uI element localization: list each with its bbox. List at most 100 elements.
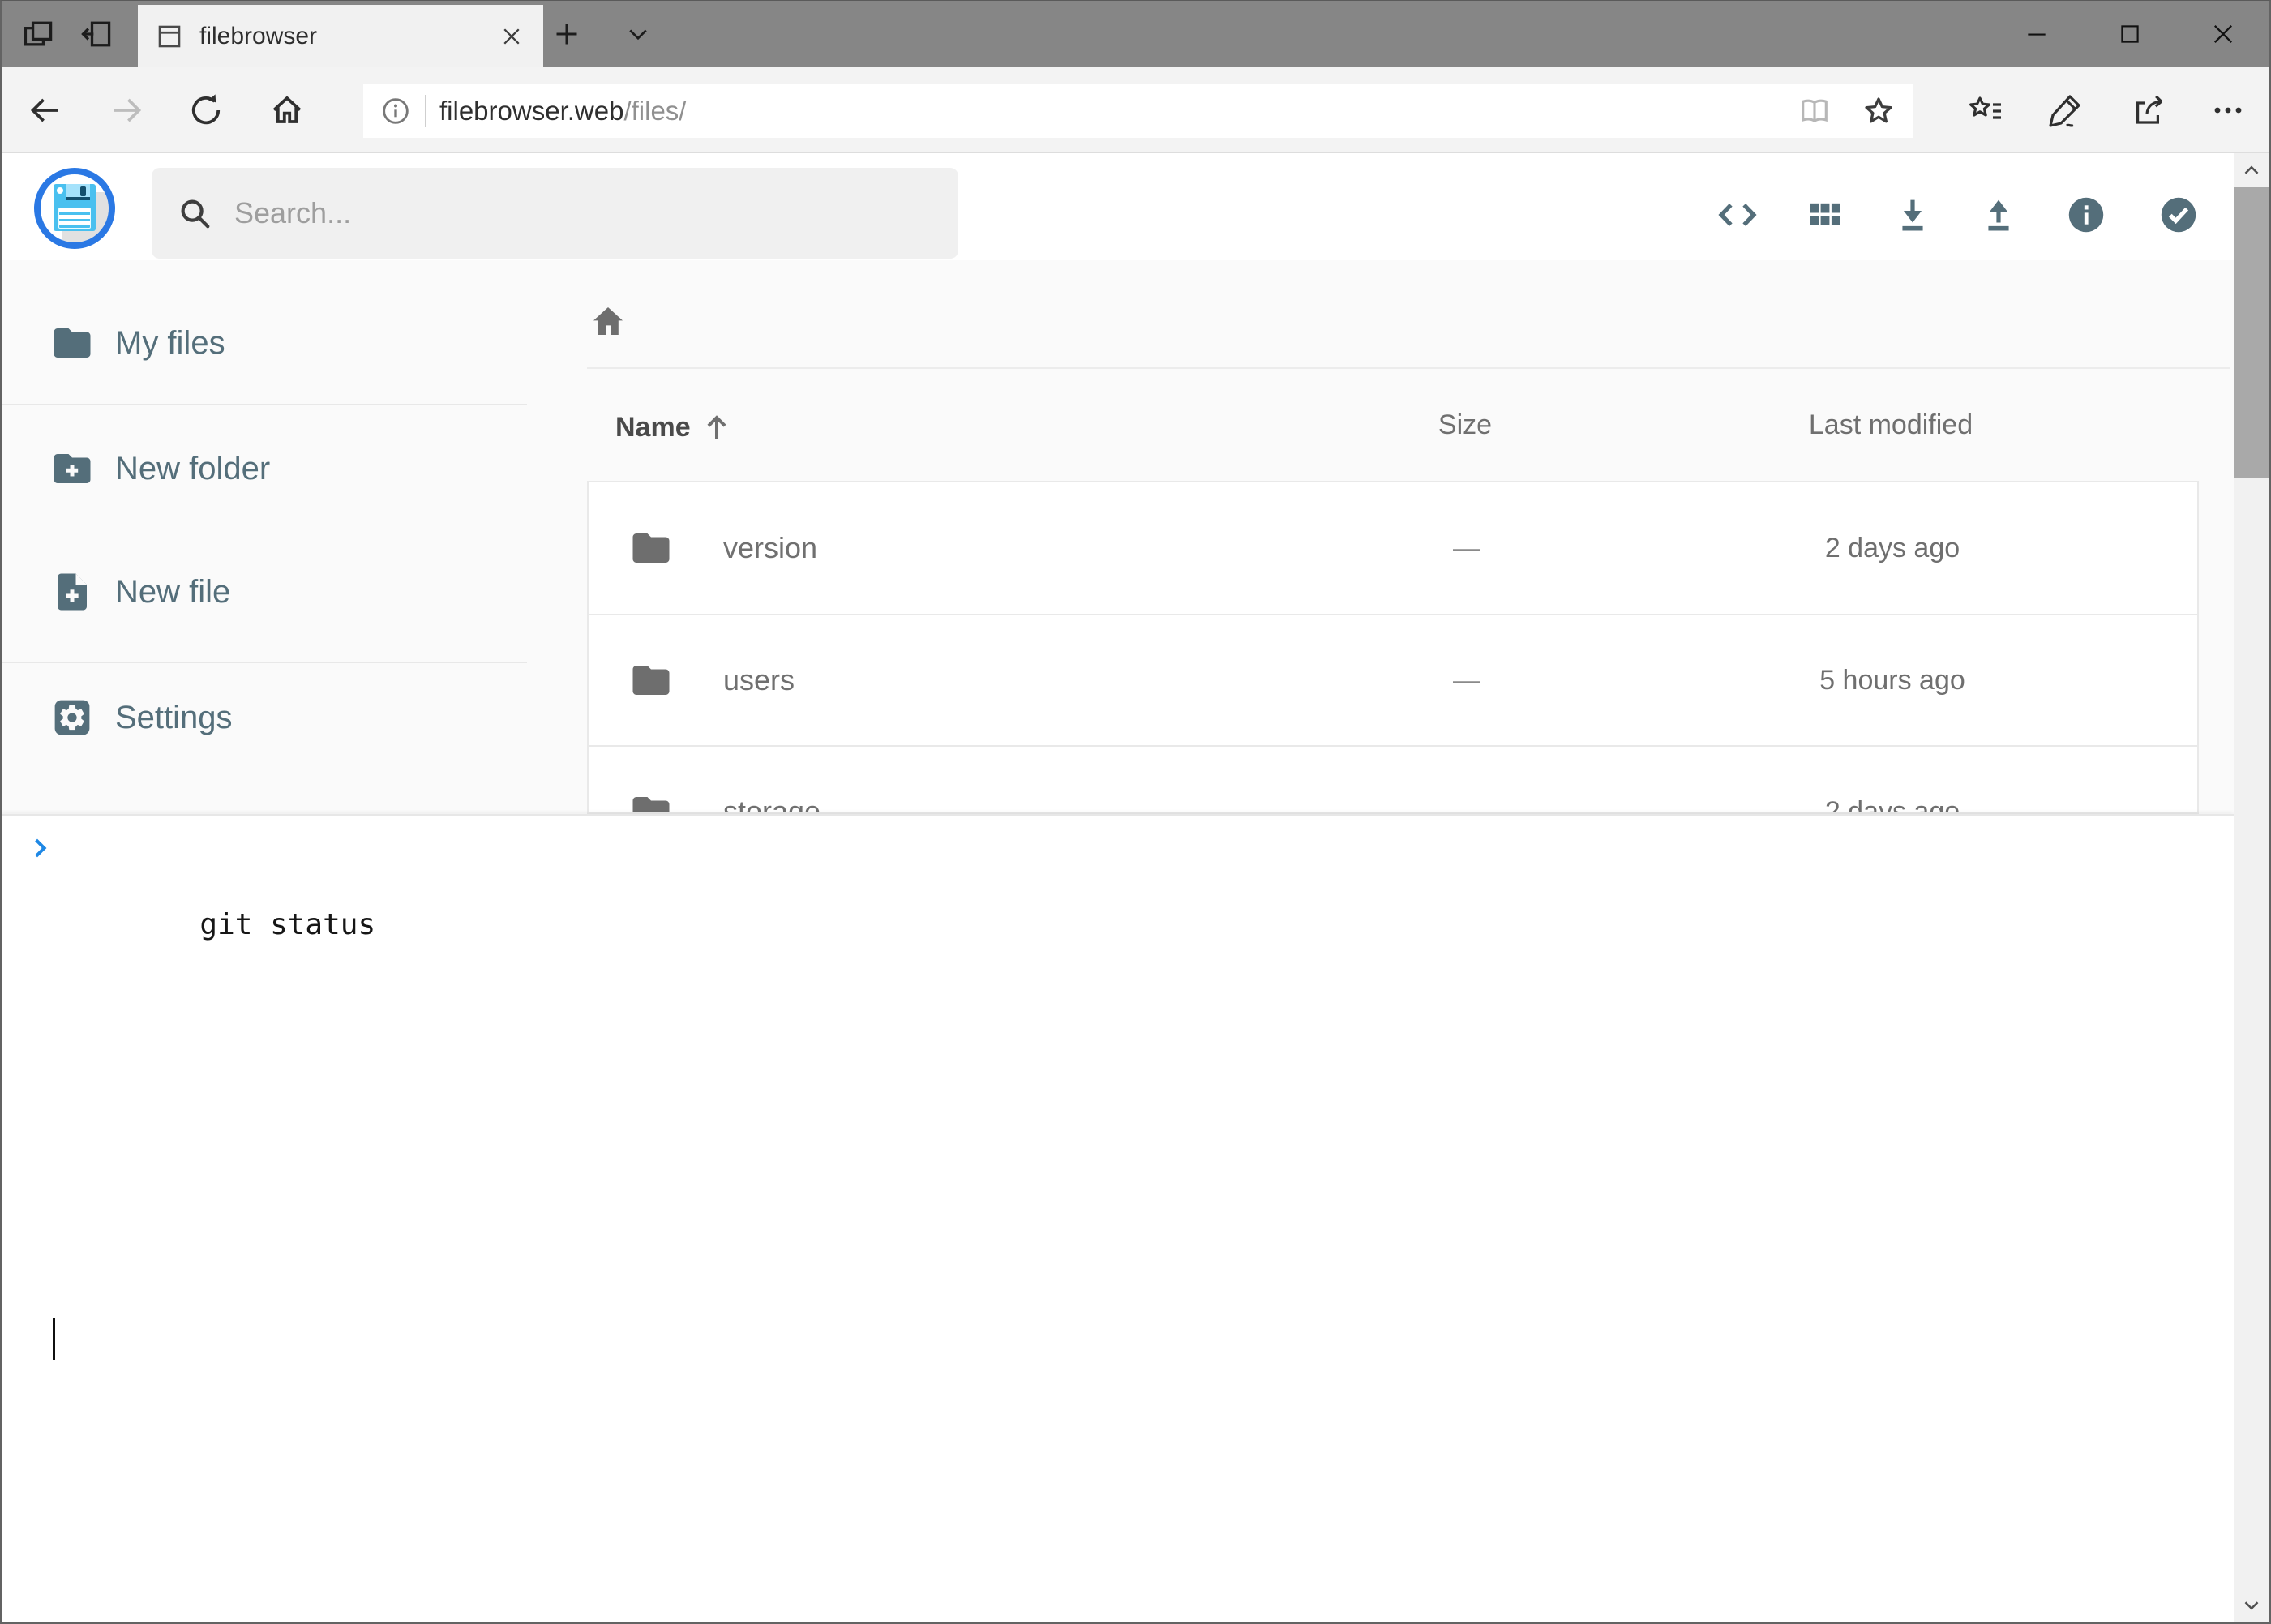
share-button[interactable] (2123, 86, 2176, 135)
scroll-down-button[interactable] (2234, 1588, 2269, 1622)
set-tabs-aside-button[interactable] (73, 11, 120, 58)
file-row[interactable]: users — 5 hours ago (589, 614, 2197, 745)
file-name: users (723, 663, 795, 697)
filebrowser-logo-icon[interactable] (34, 168, 115, 249)
floppy-disk-icon (54, 184, 96, 231)
file-name: storage (723, 795, 821, 814)
sidebar-label: My files (115, 325, 225, 362)
forward-button[interactable] (101, 86, 154, 135)
refresh-button[interactable] (179, 86, 233, 135)
back-button[interactable] (18, 86, 71, 135)
set-tabs-aside-icon (79, 16, 114, 52)
close-tab-icon[interactable] (499, 24, 524, 49)
close-window-button[interactable] (2176, 1, 2269, 67)
page-scrollbar[interactable] (2234, 153, 2269, 1622)
sidebar-item-settings[interactable]: Settings (50, 695, 233, 740)
reading-view-icon[interactable] (1797, 93, 1832, 129)
tab-favicon-page-icon (154, 21, 185, 52)
home-outline-icon (268, 91, 306, 130)
folder-icon (629, 790, 673, 814)
folder-plus-icon (50, 447, 94, 491)
terminal-output-line (59, 906, 2234, 944)
code-icon (1716, 194, 1759, 236)
url-path: /files/ (623, 96, 686, 126)
pen-icon (2046, 91, 2085, 130)
terminal-output-line (59, 944, 2234, 981)
check-icon (2157, 194, 2200, 236)
hub-favorites-button[interactable] (1959, 86, 2012, 135)
browser-window: filebrowser (0, 0, 2271, 1624)
code-view-button[interactable] (1715, 192, 1760, 238)
terminal-output-line (59, 981, 2234, 1018)
file-plus-icon (50, 570, 94, 614)
chevron-up-icon (2239, 158, 2264, 182)
search-input[interactable] (234, 196, 899, 230)
home-button[interactable] (260, 86, 314, 135)
site-info-icon[interactable] (379, 95, 412, 127)
page-viewport: My files New folder New file (2, 153, 2269, 1622)
sort-ascending-icon (699, 409, 735, 445)
maximize-icon (2117, 21, 2143, 47)
column-header-name[interactable]: Name (615, 409, 735, 445)
grid-view-icon (1805, 195, 1845, 235)
settings-menu-button[interactable] (2201, 86, 2255, 135)
info-icon (2065, 194, 2107, 236)
column-header-modified[interactable]: Last modified (1769, 409, 2012, 441)
breadcrumb-home-button[interactable] (589, 302, 628, 341)
window-controls (1990, 1, 2269, 67)
column-header-size[interactable]: Size (1384, 409, 1546, 441)
address-bar[interactable]: filebrowser.web/files/ (363, 84, 1913, 138)
tab-preview-button[interactable] (15, 11, 62, 58)
upload-button[interactable] (1976, 192, 2021, 238)
terminal-output-line (59, 1018, 2234, 1056)
select-check-button[interactable] (2156, 192, 2201, 238)
annotate-button[interactable] (2038, 86, 2092, 135)
scroll-up-button[interactable] (2234, 153, 2269, 187)
file-modified: 2 days ago (1771, 533, 2014, 564)
maximize-button[interactable] (2083, 1, 2176, 67)
grid-view-button[interactable] (1802, 192, 1848, 238)
sidebar-divider (2, 662, 527, 663)
download-button[interactable] (1890, 192, 1935, 238)
info-button[interactable] (2063, 192, 2109, 238)
address-divider (425, 95, 426, 127)
sidebar-label: Settings (115, 700, 233, 736)
tab-list-button[interactable] (615, 11, 662, 58)
sidebar-item-new-file[interactable]: New file (50, 569, 230, 615)
tab-preview-icon (20, 16, 56, 52)
sidebar-item-my-files[interactable]: My files (50, 320, 225, 366)
browser-tab[interactable]: filebrowser (138, 5, 543, 67)
breadcrumb-divider (587, 367, 2230, 369)
search-box[interactable] (152, 168, 958, 259)
titlebar: filebrowser (2, 1, 2269, 67)
add-favorite-star-icon[interactable] (1860, 92, 1897, 130)
folder-icon (50, 321, 94, 365)
home-icon (589, 302, 628, 341)
download-icon (1892, 194, 1934, 236)
share-icon (2130, 91, 2169, 130)
back-arrow-icon (25, 91, 64, 130)
minimize-icon (2024, 21, 2050, 47)
terminal-command: git status (199, 908, 375, 941)
sidebar-item-new-folder[interactable]: New folder (50, 446, 270, 491)
forward-arrow-icon (108, 91, 147, 130)
new-tab-button[interactable] (543, 11, 590, 58)
file-row[interactable]: storage — 2 days ago (589, 745, 2197, 814)
upload-icon (1977, 194, 2020, 236)
minimize-button[interactable] (1990, 1, 2083, 67)
scrollbar-thumb[interactable] (2234, 187, 2269, 478)
file-row[interactable]: version — 2 days ago (589, 482, 2197, 614)
terminal-output-line (59, 1279, 2234, 1317)
file-size: — (1406, 533, 1528, 564)
terminal-prompt-line: git status (59, 832, 2234, 869)
terminal-output-line (59, 1130, 2234, 1168)
url-text[interactable]: filebrowser.web/files/ (439, 96, 1797, 126)
tab-title: filebrowser (199, 23, 499, 50)
filebrowser-header (2, 153, 2269, 260)
ellipsis-icon (2209, 91, 2247, 130)
folder-icon (629, 658, 673, 702)
close-icon (2209, 20, 2237, 48)
terminal-panel[interactable]: git status (2, 814, 2234, 1622)
sidebar-divider (2, 404, 527, 405)
file-size: — (1406, 796, 1528, 815)
